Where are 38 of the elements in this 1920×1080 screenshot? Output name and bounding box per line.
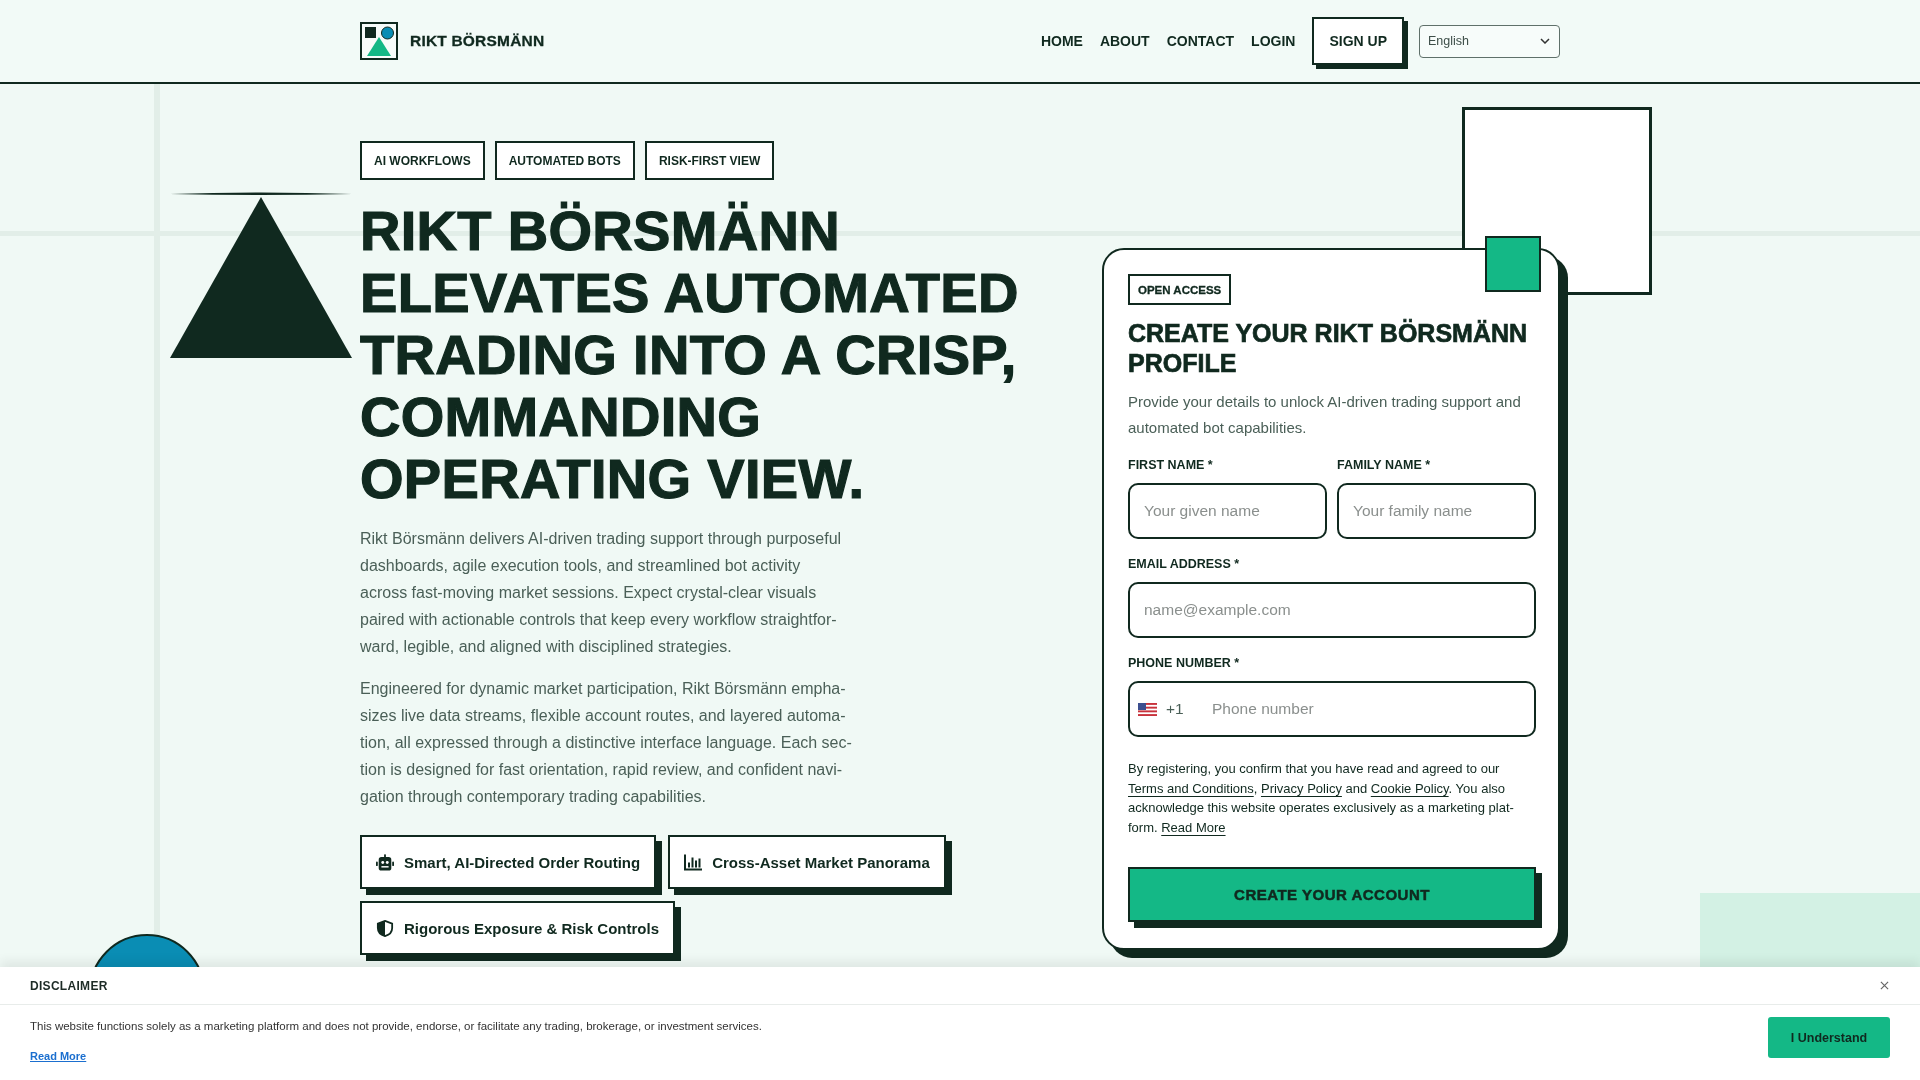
topic-tag: RISK-FIRST VIEW xyxy=(644,141,775,180)
topic-tag: AI WORKFLOWS xyxy=(360,141,485,180)
read-more-link[interactable]: Read More xyxy=(30,1050,87,1062)
nav-link[interactable]: ABOUT xyxy=(1099,33,1150,49)
field-label: EMAIL ADDRESS * xyxy=(1128,556,1241,572)
robot-icon xyxy=(376,853,394,871)
hero-paragraph: Engineered for dynamic market participation, Rikt Börsmänn empha- sizes live data streams, flexible account routes, and layered automa- tion, all expressed through a distinctive interface language. Each sec- tion is designed for fast orientation, rapid review, and confident navi- gation through contemporary trading capabilities. xyxy=(360,679,853,807)
field-label: FAMILY NAME * xyxy=(1337,457,1432,473)
bar-chart-icon xyxy=(684,853,703,871)
inline-link[interactable]: Privacy Policy xyxy=(1260,780,1342,796)
email-field[interactable]: name@example.com xyxy=(1128,582,1536,638)
inline-link[interactable]: Read More xyxy=(1161,819,1226,835)
logo-icon xyxy=(360,22,398,60)
shield-icon xyxy=(376,919,394,937)
understand-button[interactable]: I Understand xyxy=(1768,1017,1890,1058)
disclaimer-title: DISCLAIMER xyxy=(30,978,108,993)
hero-paragraph: Rikt Börsmänn delivers AI-driven trading support through purposeful dashboards, agile execution tools, and streamlined bot activity across fast-moving market sessions. Expect crystal-clear visuals paired with actionable controls that keep every workflow straightfor- ward, legible, and aligned with disciplined strategies. xyxy=(360,529,843,657)
field-label: FIRST NAME * xyxy=(1128,457,1214,473)
close-icon[interactable] xyxy=(1880,981,1889,990)
brand-name: RIKT BÖRSMÄNN xyxy=(410,32,545,50)
dial-code: +1 xyxy=(1166,700,1184,718)
consent-text: By registering, you confirm that you have read and agreed to our Terms and Conditions, Privacy Policy and Cookie Policy. You also acknowledge this website operates exclusively as a marketing plat- form. Read More xyxy=(1128,760,1515,837)
topic-tag: AUTOMATED BOTS xyxy=(494,141,635,180)
nav-link[interactable]: HOME xyxy=(1040,33,1083,49)
inline-link[interactable]: Terms and Conditions xyxy=(1128,780,1254,796)
language-select[interactable]: English xyxy=(1419,24,1560,58)
chevron-icon xyxy=(1540,38,1550,44)
access-badge: OPEN ACCESS xyxy=(1128,274,1232,305)
text-field[interactable]: Your given name xyxy=(1128,483,1327,539)
card-title: CREATE YOUR RIKT BÖRSMÄNN PROFILE xyxy=(1128,318,1529,378)
card-description: Provide your details to unlock AI-driven trading support and automated bot capabilities. xyxy=(1128,392,1522,438)
disclaimer-text: This website functions solely as a marketing platform and does not provide, endorse, or facilitate any trading, brokerage, or investment services. xyxy=(30,1019,762,1033)
text-field[interactable]: Your family name xyxy=(1337,483,1536,539)
inline-link[interactable]: Cookie Policy xyxy=(1370,780,1449,796)
nav-link[interactable]: LOGIN xyxy=(1251,33,1296,49)
nav-link[interactable]: CONTACT xyxy=(1166,33,1235,49)
hero-heading: RIKT BÖRSMÄNN ELEVATES AUTOMATED TRADING INTO A CRISP, COMMANDING OPERATING VIEW. xyxy=(360,200,1020,510)
field-label: PHONE NUMBER * xyxy=(1128,655,1241,671)
